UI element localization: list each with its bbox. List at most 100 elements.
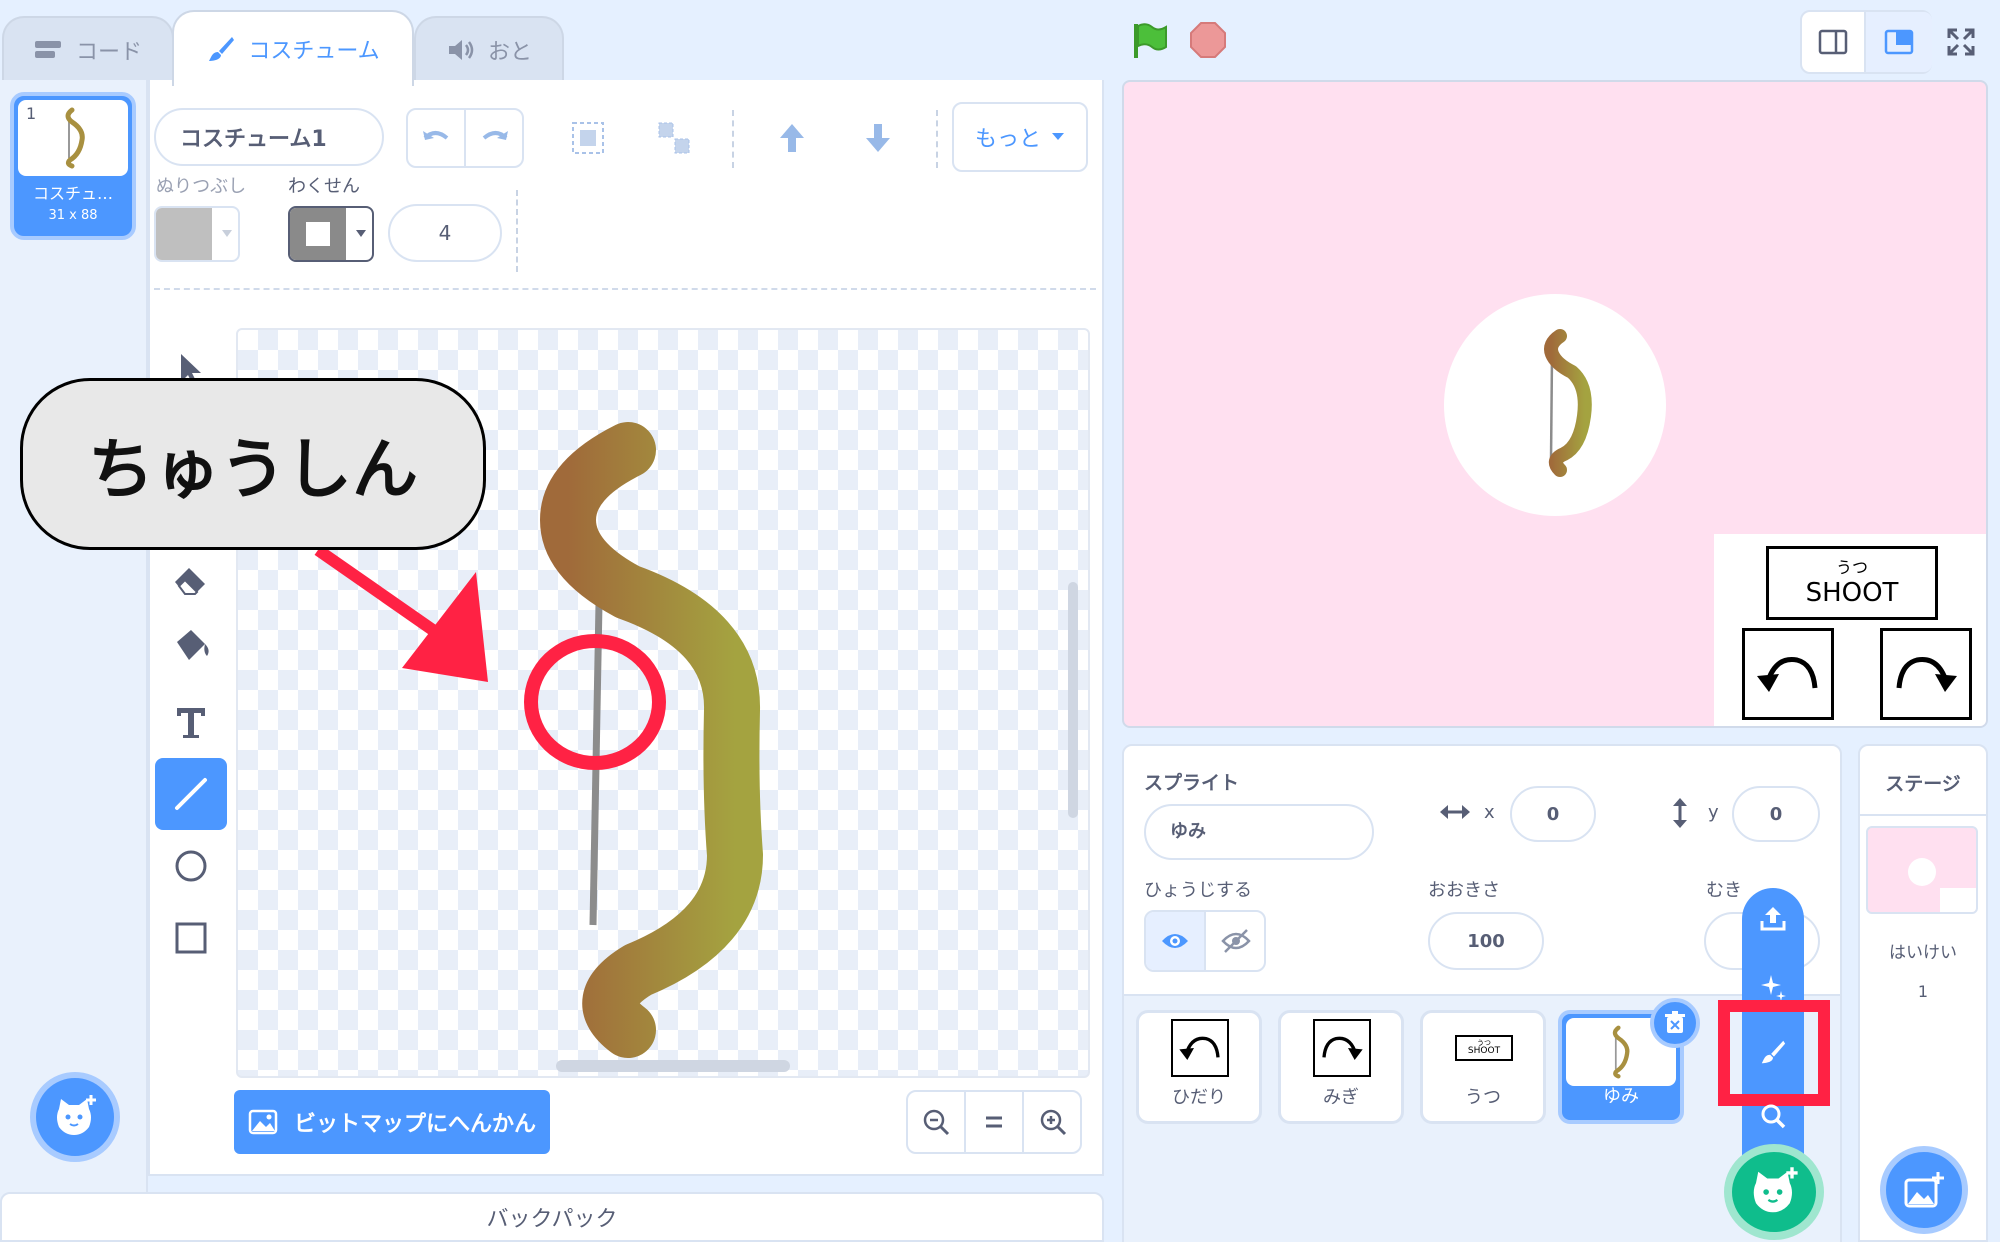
delete-sprite-button[interactable] (1650, 998, 1700, 1048)
forward-button[interactable] (770, 112, 814, 164)
caret-down-icon (356, 230, 366, 237)
normal-stage-icon (1884, 29, 1914, 55)
outline-color-picker[interactable] (288, 206, 374, 262)
shoot-thumb-text: SHOOT (1467, 1046, 1501, 1056)
zoom-out-button[interactable] (908, 1092, 966, 1152)
zoom-in-button[interactable] (1024, 1092, 1082, 1152)
annotation-callout: ちゅうしん (20, 378, 486, 550)
toolbar-divider (516, 190, 518, 272)
bow-thumbnail-icon (1612, 1025, 1630, 1079)
rectangle-tool[interactable] (155, 902, 227, 974)
more-label: もっと (974, 127, 1041, 152)
circle-tool[interactable] (155, 830, 227, 902)
add-backdrop-icon (1904, 1172, 1944, 1208)
tab-sound-label: おと (487, 40, 532, 65)
search-sprite-button[interactable] (1752, 1094, 1794, 1138)
more-dropdown[interactable]: もっと (952, 102, 1088, 172)
fill-color-swatch (156, 208, 212, 260)
x-position-icon (1440, 805, 1470, 819)
paint-highlight-box (1718, 1000, 1830, 1106)
sprite-card-right[interactable]: みぎ (1278, 1010, 1404, 1124)
stage-size-toggle (1800, 10, 1932, 74)
green-flag-icon (1134, 23, 1167, 58)
horizontal-scrollbar[interactable] (556, 1060, 790, 1072)
line-tool[interactable] (155, 758, 227, 830)
backdrop-count: 1 (1917, 982, 1929, 1001)
x-input[interactable]: 0 (1510, 786, 1596, 842)
brush-icon (209, 37, 235, 61)
toolbar-divider (732, 110, 734, 168)
costume-list-panel (0, 80, 148, 1200)
fullscreen-icon (1947, 28, 1975, 56)
backward-button[interactable] (856, 112, 900, 164)
zoom-out-icon (923, 1109, 950, 1136)
stop-octagon-icon (1190, 22, 1226, 58)
small-stage-button[interactable] (1802, 12, 1866, 72)
y-input[interactable]: 0 (1732, 786, 1820, 842)
choose-sprite-button[interactable] (1724, 1144, 1824, 1240)
right-sprite[interactable] (1880, 628, 1972, 720)
group-button[interactable] (564, 112, 612, 164)
tab-costume-label: コスチューム (248, 39, 380, 64)
direction-label: むき (1706, 880, 1742, 901)
stage-canvas[interactable]: うつ SHOOT (1122, 80, 1988, 728)
eye-icon (1162, 934, 1188, 948)
green-flag-button[interactable] (1128, 18, 1172, 62)
equals-icon (986, 1116, 1002, 1128)
ungroup-button[interactable] (650, 112, 698, 164)
eye-slash-icon (1221, 929, 1251, 953)
text-t-icon (177, 708, 205, 738)
outline-width-input[interactable]: 4 (388, 204, 502, 262)
convert-bitmap-button[interactable]: ビットマップにへんかん (234, 1090, 550, 1154)
small-stage-icon (1818, 29, 1848, 55)
fill-tool[interactable] (155, 610, 227, 682)
sprite-card-left[interactable]: ひだり (1136, 1010, 1262, 1124)
choose-costume-button[interactable] (30, 1072, 120, 1162)
undo-button[interactable] (408, 110, 466, 166)
size-label: おおきさ (1428, 880, 1500, 901)
sprite-thumbnail (1313, 1019, 1371, 1077)
eraser-tool[interactable] (155, 546, 227, 618)
normal-stage-button[interactable] (1866, 12, 1932, 72)
costume-name-input[interactable]: コスチューム1 (154, 108, 384, 166)
stop-button[interactable] (1186, 18, 1230, 62)
costume-number: 1 (26, 104, 37, 123)
x-label: x (1484, 802, 1495, 823)
sprite-card-shoot[interactable]: うつ SHOOT うつ (1420, 1010, 1546, 1124)
eraser-icon (175, 568, 205, 595)
sprite-thumbnail (1171, 1019, 1229, 1077)
choose-backdrop-button[interactable] (1880, 1146, 1968, 1234)
vertical-scrollbar[interactable] (1068, 582, 1078, 818)
caret-down-icon (1052, 133, 1064, 140)
y-position-icon (1673, 798, 1687, 828)
center-highlight-circle (524, 634, 666, 770)
shoot-sprite[interactable]: うつ SHOOT (1766, 546, 1938, 620)
search-icon (1761, 1104, 1786, 1129)
show-button[interactable] (1146, 912, 1206, 970)
fullscreen-button[interactable] (1936, 14, 1986, 70)
image-icon (248, 1109, 278, 1135)
show-label: ひょうじする (1144, 880, 1252, 901)
arrow-up-icon (780, 124, 804, 152)
upload-sprite-button[interactable] (1752, 896, 1794, 942)
backpack-bar[interactable]: バックパック (0, 1192, 1104, 1242)
size-input[interactable]: 100 (1428, 912, 1544, 970)
text-tool[interactable] (155, 686, 227, 758)
costume-item[interactable]: 1 コスチュ… 31 x 88 (10, 92, 136, 240)
redo-button[interactable] (466, 110, 524, 166)
left-sprite[interactable] (1742, 628, 1834, 720)
undo-icon (423, 131, 449, 140)
sprite-thumbnail: うつ SHOOT (1455, 1035, 1513, 1061)
rectangle-icon (175, 922, 207, 954)
sprite-name-input[interactable]: ゆみ (1144, 804, 1374, 860)
outline-color-swatch (290, 208, 346, 260)
convert-bitmap-label: ビットマップにへんかん (293, 1112, 536, 1137)
zoom-reset-button[interactable] (966, 1092, 1024, 1152)
tab-sound[interactable]: おと (414, 16, 564, 82)
fill-color-picker[interactable] (154, 206, 240, 262)
tab-code[interactable]: コード (2, 16, 174, 82)
tab-costume[interactable]: コスチューム (172, 10, 414, 86)
speaker-icon (448, 40, 474, 60)
hide-button[interactable] (1206, 912, 1266, 970)
arrow-down-icon (866, 124, 890, 152)
